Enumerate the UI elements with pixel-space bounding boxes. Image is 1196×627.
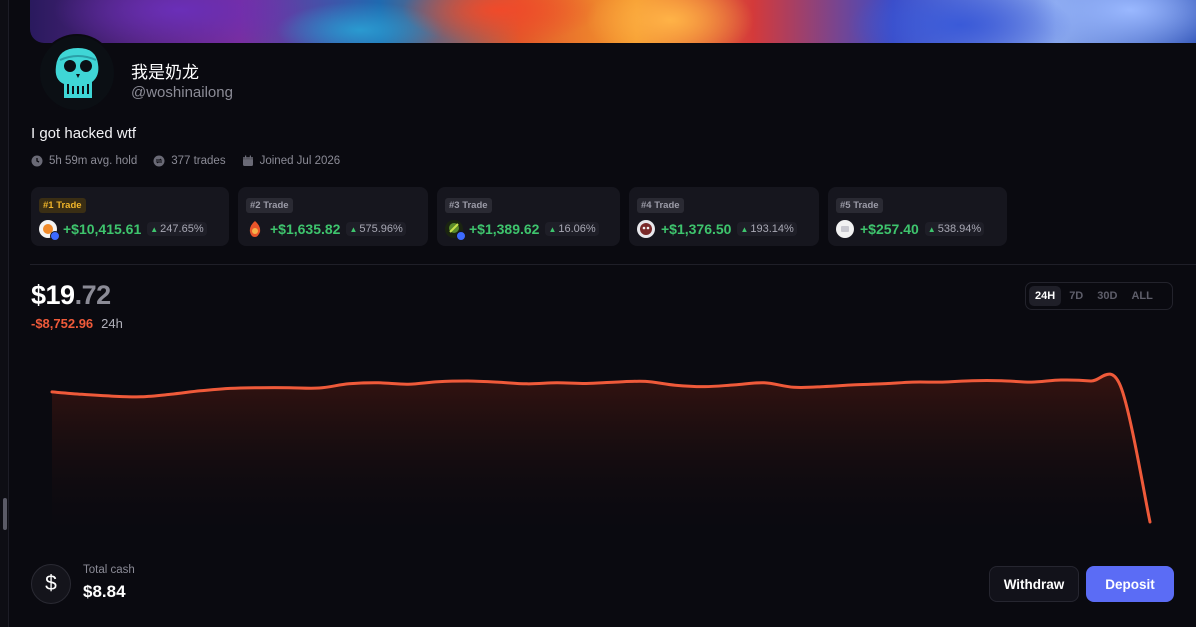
trade-card-1[interactable]: #1 Trade +$10,415.61 ▲ 247.65% (31, 187, 229, 246)
portfolio-balance: $19.72 (31, 280, 111, 311)
range-tab-7d[interactable]: 7D (1063, 286, 1089, 306)
balance-whole: $19 (31, 280, 75, 310)
trade-rank-badge: #4 Trade (637, 198, 684, 213)
chart-area-fill (52, 374, 1150, 545)
avg-hold-stat: 5h 59m avg. hold (31, 155, 137, 167)
clock-icon (31, 155, 43, 167)
verified-icon (50, 231, 60, 241)
balance-cents: .72 (74, 280, 112, 310)
trade-rank-badge: #2 Trade (246, 198, 293, 213)
trade-rank-badge: #1 Trade (39, 198, 86, 213)
trade-gain: +$1,389.62 (469, 221, 540, 237)
verified-icon (456, 231, 466, 241)
token-icon (39, 220, 60, 241)
trade-card-2[interactable]: #2 Trade +$1,635.82 ▲ 575.96% (238, 187, 428, 246)
trade-gain: +$257.40 (860, 221, 919, 237)
dollar-icon: $ (31, 564, 71, 604)
trade-pct: ▲ 575.96% (346, 222, 406, 236)
up-arrow-icon: ▲ (349, 224, 358, 234)
up-arrow-icon: ▲ (740, 224, 749, 234)
section-divider (30, 264, 1196, 265)
time-range-selector: 24H 7D 30D ALL (1025, 282, 1173, 310)
display-name: 我是奶龙 (131, 63, 199, 83)
skull-avatar-icon (40, 36, 114, 110)
deposit-button[interactable]: Deposit (1086, 566, 1174, 602)
change-value: -$8,752.96 (31, 316, 94, 331)
profile-banner (30, 0, 1196, 43)
profile-stats: 5h 59m avg. hold 377 trades Joined Jul 2… (31, 155, 340, 167)
up-arrow-icon: ▲ (548, 224, 557, 234)
range-tab-all[interactable]: ALL (1125, 286, 1158, 306)
trade-pct: ▲ 193.14% (737, 222, 797, 236)
trade-pct: ▲ 538.94% (924, 222, 985, 236)
range-tab-24h[interactable]: 24H (1029, 286, 1062, 306)
total-cash-value: $8.84 (83, 582, 126, 601)
trade-gain: +$1,635.82 (270, 221, 341, 237)
joined-date-label: Joined Jul 2026 (259, 155, 341, 167)
trade-rank-badge: #3 Trade (445, 198, 492, 213)
trade-card-3[interactable]: #3 Trade +$1,389.62 ▲ 16.06% (437, 187, 620, 246)
token-icon (246, 220, 264, 238)
trade-rank-badge: #5 Trade (836, 198, 883, 213)
withdraw-button[interactable]: Withdraw (989, 566, 1079, 602)
user-handle: @woshinailong (131, 84, 233, 101)
token-icon (836, 220, 854, 238)
trades-stat: 377 trades (153, 155, 226, 167)
up-arrow-icon: ▲ (150, 224, 159, 234)
profile-bio: I got hacked wtf (31, 125, 137, 142)
joined-stat: Joined Jul 2026 (242, 155, 341, 167)
exchange-icon (153, 155, 165, 167)
token-icon (637, 220, 655, 238)
token-icon (445, 220, 466, 241)
scroll-handle[interactable] (3, 498, 7, 530)
left-rail (0, 0, 9, 627)
portfolio-change: -$8,752.96 24h (31, 316, 123, 331)
calendar-icon (242, 155, 253, 166)
total-cash-label: Total cash (83, 564, 135, 576)
portfolio-chart (50, 372, 1152, 545)
avg-hold-label: 5h 59m avg. hold (49, 155, 138, 167)
up-arrow-icon: ▲ (927, 224, 936, 234)
avatar (38, 34, 116, 112)
trade-gain: +$10,415.61 (63, 221, 142, 237)
range-tab-30d[interactable]: 30D (1091, 286, 1123, 306)
trades-count-label: 377 trades (171, 155, 226, 167)
trade-card-5[interactable]: #5 Trade +$257.40 ▲ 538.94% (828, 187, 1007, 246)
change-period: 24h (101, 316, 123, 331)
trade-pct: ▲ 16.06% (545, 222, 599, 236)
trade-pct: ▲ 247.65% (147, 222, 207, 236)
trade-gain: +$1,376.50 (661, 221, 732, 237)
trade-card-4[interactable]: #4 Trade +$1,376.50 ▲ 193.14% (629, 187, 819, 246)
top-trades-list: #1 Trade +$10,415.61 ▲ 247.65% #2 Trade +… (31, 187, 1007, 246)
